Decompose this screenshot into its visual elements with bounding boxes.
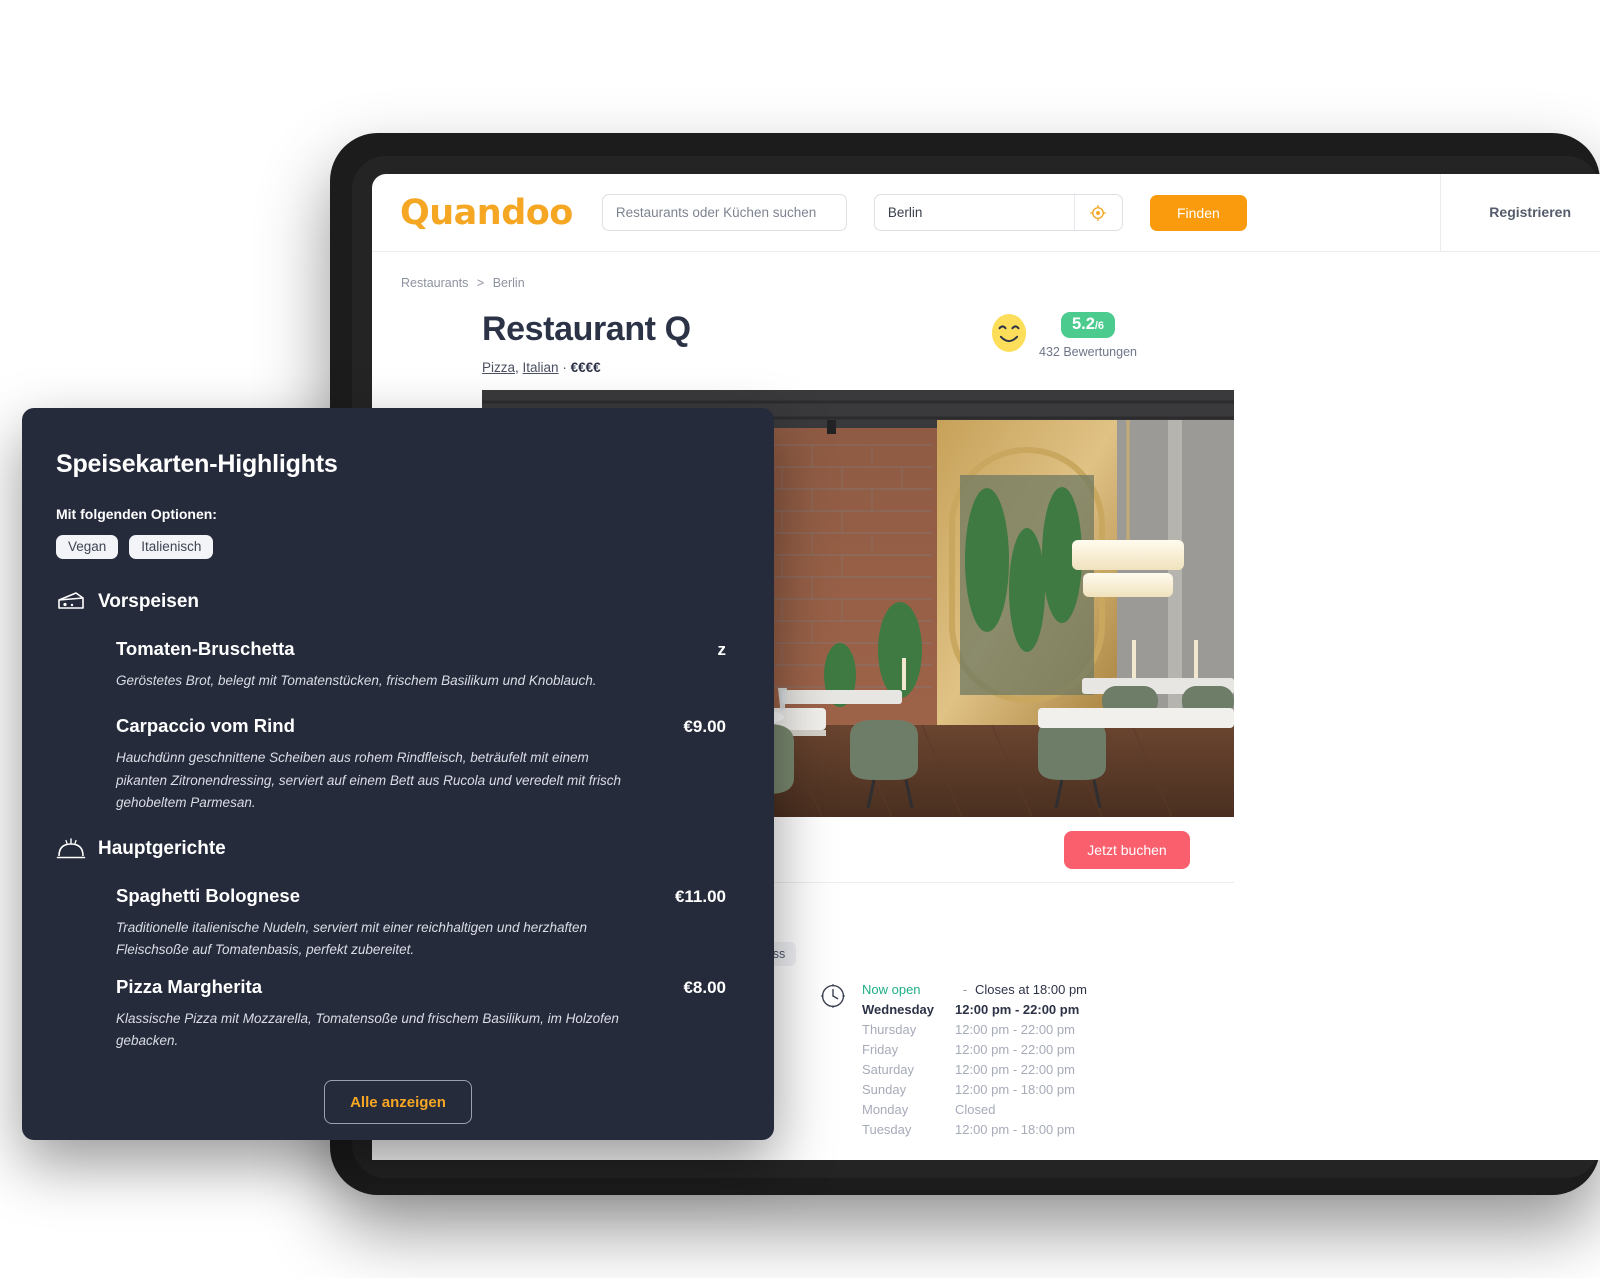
- hours-day: Thursday: [862, 1022, 917, 1037]
- hours-day: Tuesday: [862, 1122, 912, 1137]
- hours-row: Saturday 12:00 pm - 22:00 pm: [862, 1060, 1087, 1080]
- cheese-icon: [58, 592, 84, 609]
- cuisine-tag-italian[interactable]: Italian: [523, 360, 559, 375]
- cuisine-line: Pizza, Italian · €€€€: [482, 360, 1600, 375]
- rating-badge: 5.2/6: [1060, 312, 1116, 338]
- breadcrumb-current[interactable]: Berlin: [493, 276, 525, 290]
- rating-score: 5.2: [1071, 315, 1095, 333]
- hours-day: Sunday: [862, 1082, 907, 1097]
- menu-tag-vegan[interactable]: Vegan: [56, 535, 119, 559]
- menu-item-price: €9.00: [683, 717, 726, 737]
- menu-section-header: Vorspeisen: [56, 589, 740, 615]
- hours-row: Sunday 12:00 pm - 18:00 pm: [862, 1080, 1087, 1100]
- geolocate-button[interactable]: [1073, 195, 1122, 230]
- menu-card-cta: Alle anzeigen: [56, 1080, 740, 1125]
- menu-item-name: Spaghetti Bolognese: [116, 885, 300, 907]
- menu-options-label: Mit folgenden Optionen:: [56, 506, 217, 522]
- clock-icon: [821, 984, 845, 1008]
- opening-hours-block: Now open - Closes at 18:00 pm Wednesday …: [820, 980, 1087, 1140]
- menu-section-name: Vorspeisen: [98, 591, 200, 612]
- menu-item: Carpaccio vom Rind €9.00 Hauchdünn gesch…: [56, 715, 740, 814]
- hours-row: Monday Closed: [862, 1100, 1087, 1120]
- hours-day: Monday: [862, 1102, 909, 1117]
- hours-row: Wednesday 12:00 pm - 22:00 pm: [862, 1000, 1087, 1020]
- smiley-face-icon: [991, 314, 1027, 352]
- menu-tag-italienisch[interactable]: Italienisch: [129, 535, 214, 559]
- menu-item-description: Hauchdünn geschnittene Scheiben aus rohe…: [116, 750, 621, 810]
- menu-item-description: Klassische Pizza mit Mozzarella, Tomaten…: [116, 1010, 619, 1048]
- menu-item-price: €11.00: [674, 887, 726, 907]
- location-field[interactable]: Berlin: [873, 194, 1123, 231]
- price-level: €€€€: [570, 360, 601, 375]
- search-input[interactable]: Restaurants oder Küchen suchen: [601, 194, 847, 231]
- menu-item: Spaghetti Bolognese €11.00 Traditionelle…: [56, 885, 740, 962]
- rating-denominator: /6: [1094, 320, 1105, 332]
- screenshot-stage: Quandoo Restaurants oder Küchen suchen B…: [0, 0, 1600, 1278]
- hours-time: 12:00 pm - 22:00 pm: [955, 1042, 1075, 1057]
- menu-item-head: Spaghetti Bolognese €11.00: [116, 885, 726, 907]
- menu-highlights-card: Speisekarten-Highlights Mit folgenden Op…: [22, 408, 774, 1140]
- menu-item-description: Geröstetes Brot, belegt mit Tomatenstück…: [116, 673, 597, 688]
- hours-day: Wednesday: [862, 1002, 935, 1017]
- cuisine-comma: ,: [515, 360, 523, 375]
- cuisine-tag-pizza[interactable]: Pizza: [482, 360, 515, 375]
- menu-item-name: Carpaccio vom Rind: [116, 715, 295, 737]
- menu-item: Pizza Margherita €8.00 Klassische Pizza …: [56, 976, 740, 1053]
- hours-table: Now open - Closes at 18:00 pm Wednesday …: [862, 980, 1087, 1140]
- menu-item-head: Tomaten-Bruschetta z: [116, 638, 726, 660]
- menu-item-price: €8.00: [683, 977, 726, 997]
- hours-day: Friday: [862, 1042, 899, 1057]
- breadcrumb-root[interactable]: Restaurants: [401, 276, 468, 290]
- open-status: Now open: [862, 982, 921, 997]
- find-button[interactable]: Finden: [1149, 194, 1247, 231]
- site-header: Quandoo Restaurants oder Küchen suchen B…: [372, 174, 1600, 252]
- hours-time: 12:00 pm - 22:00 pm: [955, 1022, 1075, 1037]
- review-count: 432 Bewertungen: [1039, 344, 1137, 359]
- hours-day: Saturday: [862, 1062, 915, 1077]
- cuisine-dot: ·: [558, 360, 571, 375]
- location-input[interactable]: Berlin: [875, 205, 1074, 220]
- breadcrumb-separator: >: [476, 276, 485, 290]
- menu-item-name: Pizza Margherita: [116, 975, 262, 997]
- breadcrumb: Restaurants > Berlin: [401, 276, 1600, 290]
- menu-section-name: Hauptgerichte: [98, 838, 226, 860]
- register-link[interactable]: Registrieren: [1489, 204, 1571, 220]
- menu-option-tags: Vegan Italienisch: [56, 535, 740, 559]
- menu-item-description: Traditionelle italienische Nudeln, servi…: [116, 920, 588, 958]
- rating-cluster: 5.2/6 432 Bewertungen: [990, 312, 1137, 359]
- hours-time: 12:00 pm - 18:00 pm: [955, 1122, 1075, 1137]
- menu-card-title: Speisekarten-Highlights: [56, 450, 338, 478]
- book-now-button[interactable]: Jetzt buchen: [1064, 830, 1190, 869]
- menu-section-header: Hauptgerichte: [56, 836, 740, 862]
- restaurant-title-row: Restaurant Q 5.2/6 432 Bewertungen: [482, 310, 1600, 359]
- header-divider: [1440, 174, 1441, 251]
- hours-row: Friday 12:00 pm - 22:00 pm: [862, 1040, 1087, 1060]
- hours-time: 12:00 pm - 18:00 pm: [955, 1082, 1075, 1097]
- page-title: Restaurant Q: [482, 310, 691, 348]
- hours-row: Tuesday 12:00 pm - 18:00 pm: [862, 1120, 1087, 1140]
- hours-row: Thursday 12:00 pm - 22:00 pm: [862, 1020, 1087, 1040]
- hours-time: 12:00 pm - 22:00 pm: [955, 1062, 1075, 1077]
- closes-at: Closes at 18:00 pm: [975, 982, 1088, 997]
- score-column: 5.2/6 432 Bewertungen: [1039, 312, 1137, 359]
- menu-item-name: Tomaten-Bruschetta: [116, 638, 295, 659]
- search-placeholder-text: Restaurants oder Küchen suchen: [615, 205, 817, 220]
- hours-time: Closed: [955, 1102, 996, 1117]
- menu-item-price: z: [717, 640, 727, 659]
- cloche-icon: [56, 838, 86, 859]
- quandoo-logo[interactable]: Quandoo: [400, 193, 573, 233]
- menu-item-head: Pizza Margherita €8.00: [116, 976, 726, 998]
- hours-status-row: Now open - Closes at 18:00 pm: [862, 980, 1087, 1000]
- menu-item-head: Carpaccio vom Rind €9.00: [116, 715, 726, 737]
- hours-time: 12:00 pm - 22:00 pm: [955, 1002, 1080, 1017]
- hours-dash: -: [962, 982, 968, 997]
- menu-item: Tomaten-Bruschetta z Geröstetes Brot, be…: [56, 638, 740, 692]
- crosshair-icon: [1090, 204, 1107, 221]
- show-all-menu-button[interactable]: Alle anzeigen: [324, 1080, 472, 1125]
